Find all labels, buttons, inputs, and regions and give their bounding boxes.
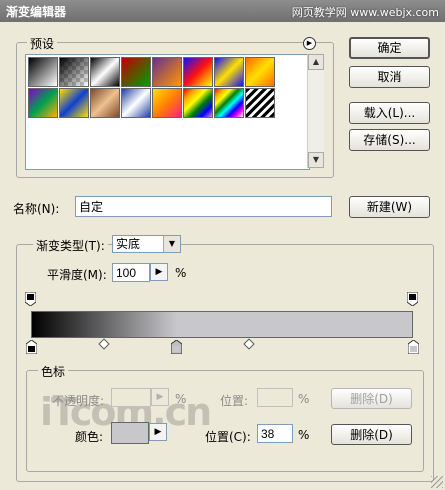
window-title: 渐变编辑器 xyxy=(6,5,67,19)
color-arrow-icon[interactable]: ▶ xyxy=(149,423,167,441)
gradient-type-label: 渐变类型(T): xyxy=(33,237,108,254)
delete-opacity-stop-button: 删除(D) xyxy=(331,388,412,409)
smoothness-slider-arrow-icon[interactable]: ▶ xyxy=(150,263,168,281)
delete-color-stop-button[interactable]: 删除(D) xyxy=(331,424,412,445)
opacity-input xyxy=(111,388,151,407)
preset-swatch[interactable] xyxy=(59,88,89,118)
chevron-down-icon[interactable]: ▼ xyxy=(163,236,180,252)
scroll-up-icon[interactable]: ▲ xyxy=(308,54,324,70)
preset-swatch[interactable] xyxy=(28,57,58,87)
preset-swatch[interactable] xyxy=(59,57,89,87)
opacity-stop-left[interactable] xyxy=(25,292,36,306)
color-stop[interactable] xyxy=(170,340,182,354)
color-label: 颜色: xyxy=(75,430,104,444)
smoothness-label: 平滑度(M): xyxy=(47,268,107,282)
preset-swatch[interactable] xyxy=(90,57,120,87)
preset-swatch[interactable] xyxy=(183,88,213,118)
presets-legend: 预设 xyxy=(27,35,58,52)
ok-button[interactable]: 确定 xyxy=(349,37,430,59)
opacity-unit: % xyxy=(175,392,187,406)
preset-swatch[interactable] xyxy=(121,88,151,118)
name-field[interactable] xyxy=(75,196,332,217)
color-position-label: 位置(C): xyxy=(205,430,251,444)
preset-swatch[interactable] xyxy=(152,88,182,118)
color-swatch[interactable] xyxy=(111,422,149,444)
preset-swatch-panel xyxy=(25,54,310,170)
gradient-type-value: 实底 xyxy=(116,237,141,251)
opacity-arrow-icon: ▶ xyxy=(151,388,169,406)
title-bar[interactable]: 渐变编辑器 网页教学网 www.webjx.com xyxy=(0,0,445,22)
opacity-position-unit: % xyxy=(298,392,310,406)
presets-menu-icon[interactable]: ▶ xyxy=(303,37,316,50)
presets-scrollbar[interactable]: ▲ ▼ xyxy=(307,54,324,168)
color-stop[interactable] xyxy=(25,340,37,354)
scroll-down-icon[interactable]: ▼ xyxy=(308,152,324,168)
color-position-unit: % xyxy=(298,428,310,442)
gradient-type-select[interactable]: 实底 ▼ xyxy=(112,235,181,253)
preset-swatch[interactable] xyxy=(214,57,244,87)
preset-swatch[interactable] xyxy=(245,57,275,87)
opacity-position-label: 位置: xyxy=(220,394,249,408)
watermark-text: 网页教学网 www.webjx.com xyxy=(291,6,439,19)
color-position-input[interactable] xyxy=(257,424,293,443)
preset-swatch[interactable] xyxy=(214,88,244,118)
preset-swatch[interactable] xyxy=(183,57,213,87)
load-button[interactable]: 载入(L)... xyxy=(349,102,430,124)
smoothness-input[interactable] xyxy=(112,263,150,282)
preset-swatch[interactable] xyxy=(28,88,58,118)
name-label: 名称(N): xyxy=(13,202,60,216)
cancel-button[interactable]: 取消 xyxy=(349,66,430,88)
preset-swatch[interactable] xyxy=(245,88,275,118)
new-button[interactable]: 新建(W) xyxy=(349,196,430,218)
dialog-body: 预设 ▶ ▲ ▼ 确定 取消 载入(L)... 存储(S)... 名称(N): … xyxy=(0,22,445,490)
gradient-preview-bar[interactable] xyxy=(31,311,413,338)
color-stop[interactable] xyxy=(407,340,419,354)
opacity-stop-right[interactable] xyxy=(407,292,418,306)
preset-swatch[interactable] xyxy=(121,57,151,87)
preset-swatch[interactable] xyxy=(90,88,120,118)
resize-grip-icon[interactable] xyxy=(431,476,443,488)
opacity-position-input xyxy=(257,388,293,407)
opacity-label: 不透明度: xyxy=(52,394,105,408)
preset-swatch[interactable] xyxy=(152,57,182,87)
save-button[interactable]: 存储(S)... xyxy=(349,129,430,151)
smoothness-unit: % xyxy=(175,266,187,280)
stops-legend: 色标 xyxy=(38,363,69,380)
